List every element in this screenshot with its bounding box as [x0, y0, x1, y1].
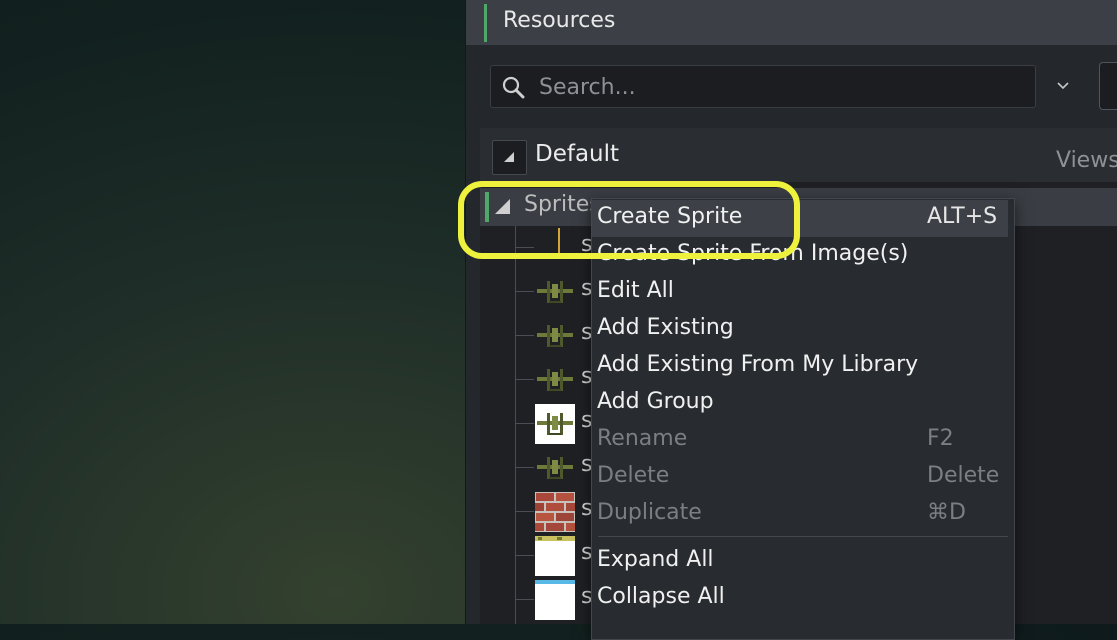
menu-item-shortcut: Delete: [927, 463, 1000, 488]
menu-separator: [598, 536, 1008, 537]
filter-button[interactable]: [1099, 62, 1117, 110]
menu-item-shortcut: F2: [927, 426, 954, 451]
plane-sprite-thumbnail: [537, 281, 573, 303]
search-input[interactable]: [537, 70, 1021, 104]
sprites-group-label: Sprites: [524, 192, 601, 217]
expand-triangle-icon[interactable]: [494, 198, 512, 216]
menu-item-add-group[interactable]: Add Group: [592, 385, 1012, 422]
resources-title: Resources: [503, 8, 616, 33]
menu-item-label: Add Existing: [597, 315, 734, 340]
chevron-down-icon[interactable]: [1052, 74, 1074, 98]
workspace-background: [0, 0, 465, 624]
menu-item-collapse-all[interactable]: Collapse All: [592, 580, 1012, 617]
menu-item-label: Create Sprite: [597, 204, 743, 229]
menu-item-label: Create Sprite From Image(s): [597, 241, 909, 266]
menu-item-duplicate[interactable]: Duplicate ⌘D: [592, 496, 1012, 533]
menu-item-add-existing[interactable]: Add Existing: [592, 311, 1012, 348]
menu-item-rename[interactable]: Rename F2: [592, 422, 1012, 459]
search-icon: [502, 76, 525, 99]
menu-item-label: Collapse All: [597, 584, 725, 609]
menu-item-shortcut: ⌘D: [927, 500, 966, 525]
plane-sprite-thumbnail: [537, 325, 573, 347]
brick-sprite-thumbnail: [535, 492, 575, 532]
header-accent-bar: [484, 4, 487, 42]
menu-item-label: Rename: [597, 426, 688, 451]
menu-item-create-sprite[interactable]: Create Sprite ALT+S: [592, 200, 1008, 237]
menu-item-label: Add Group: [597, 389, 714, 414]
views-label[interactable]: Views: [1056, 148, 1117, 173]
menu-item-delete[interactable]: Delete Delete: [592, 459, 1012, 496]
triangle-icon: [504, 152, 514, 162]
search-box[interactable]: [490, 65, 1036, 108]
menu-item-label: Duplicate: [597, 500, 702, 525]
plane-sprite-thumbnail: [535, 404, 575, 444]
context-menu: Create Sprite ALT+S Create Sprite From I…: [591, 198, 1015, 640]
menu-item-label: Edit All: [597, 278, 674, 303]
menu-item-label: Delete: [597, 463, 670, 488]
menu-item-label: Add Existing From My Library: [597, 352, 919, 377]
sprites-accent-bar: [485, 192, 489, 222]
resources-header: Resources: [466, 0, 1117, 45]
collapse-toggle[interactable]: [492, 140, 527, 175]
menu-item-expand-all[interactable]: Expand All: [592, 543, 1012, 580]
menu-item-label: Expand All: [597, 547, 714, 572]
menu-item-add-existing-from-library[interactable]: Add Existing From My Library: [592, 348, 1012, 385]
menu-item-edit-all[interactable]: Edit All: [592, 274, 1012, 311]
plane-sprite-thumbnail: [537, 457, 573, 479]
menu-item-create-sprite-from-images[interactable]: Create Sprite From Image(s): [592, 237, 1012, 274]
sprite-thumbnail: [558, 228, 560, 256]
menu-item-shortcut: ALT+S: [927, 204, 998, 229]
tile-sprite-thumbnail: [535, 536, 575, 576]
plane-sprite-thumbnail: [537, 369, 573, 391]
default-group-row[interactable]: Default Views: [480, 128, 1117, 182]
default-group-label: Default: [535, 141, 620, 167]
tile-sprite-thumbnail: [535, 580, 575, 620]
